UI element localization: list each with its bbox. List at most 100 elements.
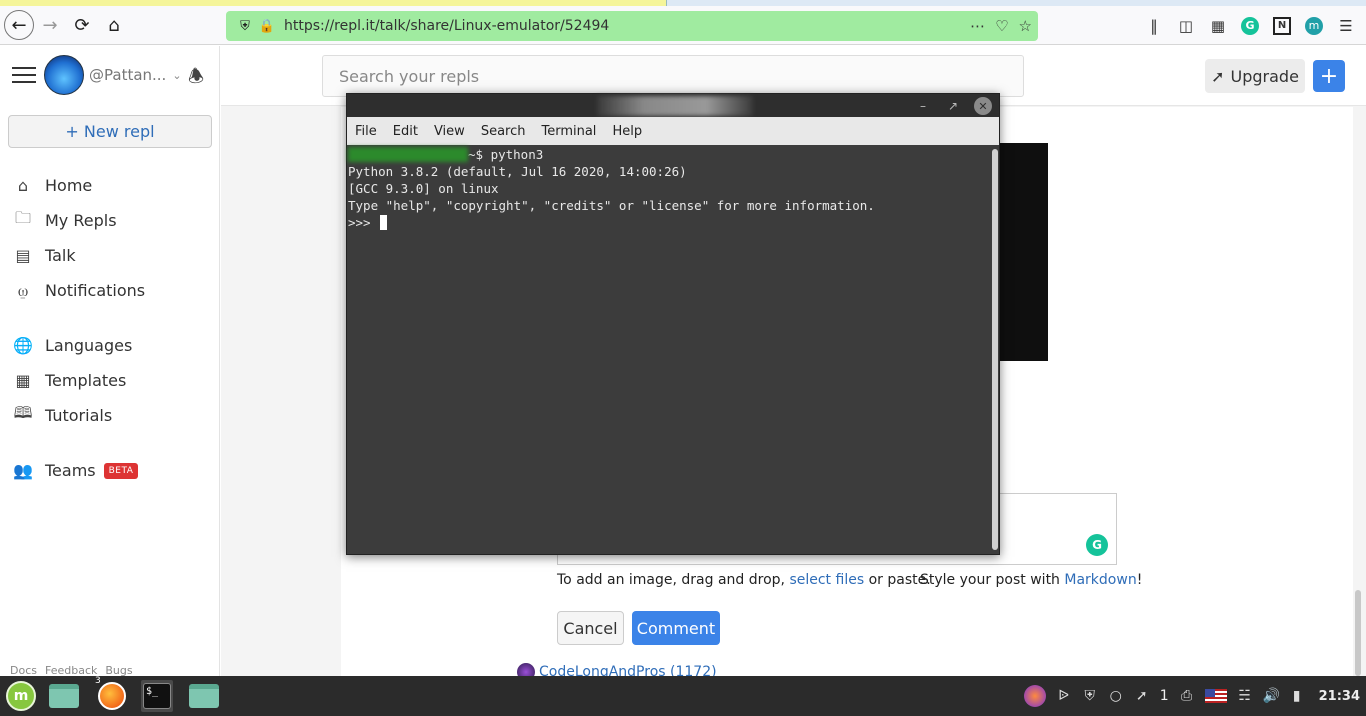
sidebar-item-teams[interactable]: 👥 Teams BETA bbox=[0, 453, 219, 488]
url-bar[interactable]: ⛨ 🔒 https://repl.it/talk/share/Linux-emu… bbox=[226, 11, 1038, 41]
menu-help[interactable]: Help bbox=[604, 124, 650, 139]
sidebar-item-home[interactable]: ⌂ Home bbox=[0, 168, 219, 203]
new-repl-button[interactable]: + New repl bbox=[8, 115, 212, 148]
command-text: ~$ python3 bbox=[468, 147, 544, 162]
sidebar-nav: ⌂ Home 🗀 My Repls ▤ Talk ⍹ Notifications 🌐 La… bbox=[0, 168, 219, 488]
grammarly-icon: G bbox=[1241, 16, 1259, 35]
flame-app-icon[interactable] bbox=[1023, 685, 1046, 707]
sidebar-item-templates[interactable]: ▦ Templates bbox=[0, 363, 219, 398]
home-button[interactable]: ⌂ bbox=[98, 9, 130, 41]
firefox-launcher[interactable] bbox=[96, 680, 128, 712]
browser-navbar: ← → ⟳ ⌂ ⛨ 🔒 https://repl.it/talk/share/L… bbox=[0, 6, 1366, 45]
extensions-grid-icon[interactable]: ▦ bbox=[1206, 14, 1230, 38]
sidebar-item-label: Languages bbox=[45, 336, 133, 355]
beta-badge: BETA bbox=[103, 462, 139, 479]
terminal-window[interactable]: – ↗ ✕ File Edit View Search Terminal Hel… bbox=[346, 93, 1000, 555]
upgrade-button[interactable]: ➚ Upgrade bbox=[1205, 59, 1305, 93]
clock[interactable]: 21:34 bbox=[1319, 689, 1360, 704]
menu-search[interactable]: Search bbox=[473, 124, 534, 139]
url-text[interactable]: https://repl.it/talk/share/Linux-emulato… bbox=[284, 18, 609, 34]
close-icon[interactable]: ✕ bbox=[974, 97, 992, 115]
terminal-titlebar[interactable]: – ↗ ✕ bbox=[347, 94, 999, 117]
create-button[interactable]: + bbox=[1313, 60, 1345, 92]
maximize-icon[interactable]: ↗ bbox=[944, 97, 962, 115]
terminal-launcher[interactable]: $_ bbox=[141, 680, 173, 712]
sidebar-item-my-repls[interactable]: 🗀 My Repls bbox=[0, 203, 219, 238]
grammarly-icon[interactable]: G bbox=[1086, 534, 1108, 556]
m-extension-button[interactable]: m bbox=[1302, 14, 1326, 38]
avatar[interactable] bbox=[44, 55, 84, 95]
bookmark-star-icon[interactable]: ☆ bbox=[1019, 17, 1032, 35]
sidebar-item-label: Home bbox=[45, 176, 93, 195]
embedded-repl-frame[interactable] bbox=[995, 143, 1048, 361]
sidebar-item-label: Tutorials bbox=[45, 406, 113, 425]
hint-text: Style your post with bbox=[920, 572, 1060, 588]
library-icon[interactable]: ‖ bbox=[1142, 14, 1166, 38]
grammarly-extension-button[interactable]: G bbox=[1238, 14, 1262, 38]
sidebar-item-label: Templates bbox=[45, 371, 127, 390]
files-window[interactable] bbox=[188, 680, 220, 712]
cancel-button[interactable]: Cancel bbox=[557, 611, 624, 645]
taskbar: m 3 $_ ᐉ ⛨ ○ ➚ 1 ⎙ ☵ 🔊 ▮ 21:34 bbox=[0, 676, 1366, 716]
shield-icon[interactable]: ⛨ bbox=[234, 19, 256, 34]
book-icon: 🕮 bbox=[13, 403, 33, 422]
menu-file[interactable]: File bbox=[347, 124, 385, 139]
markdown-link[interactable]: Markdown bbox=[1064, 572, 1136, 588]
wifi-icon[interactable]: ☵ bbox=[1237, 688, 1253, 704]
rocket-icon: ➚ bbox=[1211, 66, 1225, 86]
notion-extension-button[interactable]: N bbox=[1270, 14, 1294, 38]
bell-icon[interactable]: 🕭 bbox=[188, 64, 204, 94]
volume-icon[interactable]: 🔊 bbox=[1263, 688, 1280, 704]
pocket-icon[interactable]: ♡ bbox=[995, 17, 1008, 35]
minimize-icon[interactable]: – bbox=[914, 97, 932, 115]
sidebar-item-label: Notifications bbox=[45, 281, 146, 300]
sidebar-item-label: My Repls bbox=[45, 211, 117, 230]
m-extension-icon: m bbox=[1305, 16, 1323, 35]
comment-button[interactable]: Comment bbox=[632, 611, 720, 645]
printer-icon[interactable]: ⎙ bbox=[1179, 688, 1195, 704]
more-actions-icon[interactable]: ⋯ bbox=[970, 17, 985, 35]
sidebar-item-languages[interactable]: 🌐 Languages bbox=[0, 328, 219, 363]
terminal-output[interactable]: ~$ python3 Python 3.8.2 (default, Jul 16 … bbox=[347, 145, 991, 554]
terminal-scrollbar[interactable] bbox=[992, 149, 998, 550]
hamburger-icon[interactable] bbox=[12, 67, 36, 83]
menu-view[interactable]: View bbox=[426, 124, 473, 139]
battery-icon[interactable]: ▮ bbox=[1289, 688, 1305, 704]
notification-icon[interactable]: ➚ bbox=[1134, 688, 1150, 704]
files-launcher[interactable] bbox=[48, 680, 80, 712]
select-files-link[interactable]: select files bbox=[789, 572, 864, 588]
hint-text: To add an image, drag and drop, bbox=[557, 572, 785, 588]
mint-menu-button[interactable]: m bbox=[5, 680, 37, 712]
output-line: Type "help", "copyright", "credits" or "… bbox=[348, 198, 875, 213]
markdown-hint: Style your post with Markdown! bbox=[920, 572, 1142, 588]
username[interactable]: @Pattan... bbox=[89, 66, 166, 84]
grid-icon: ▦ bbox=[15, 371, 31, 390]
sidebar-item-talk[interactable]: ▤ Talk bbox=[0, 238, 219, 273]
sidebar-item-tutorials[interactable]: 🕮 Tutorials bbox=[0, 398, 219, 433]
chevron-down-icon[interactable]: ⌄ bbox=[172, 69, 181, 82]
terminal-icon: $_ bbox=[143, 683, 171, 709]
forward-button[interactable]: → bbox=[34, 9, 66, 41]
lightbulb-icon[interactable]: ○ bbox=[1108, 688, 1124, 704]
firefox-icon bbox=[98, 682, 126, 710]
menu-icon[interactable]: ☰ bbox=[1334, 14, 1358, 38]
search-input[interactable]: Search your repls bbox=[322, 55, 1024, 97]
reload-button[interactable]: ⟳ bbox=[66, 9, 98, 41]
page-scrollbar[interactable] bbox=[1355, 590, 1361, 676]
system-tray: ᐉ ⛨ ○ ➚ 1 ⎙ ☵ 🔊 ▮ 21:34 bbox=[1023, 676, 1366, 716]
people-icon: 👥 bbox=[13, 461, 33, 480]
lock-icon[interactable]: 🔒 bbox=[256, 19, 278, 34]
bluetooth-icon[interactable]: ᐉ bbox=[1056, 688, 1072, 704]
back-button[interactable]: ← bbox=[4, 10, 34, 40]
menu-terminal[interactable]: Terminal bbox=[533, 124, 604, 139]
keyboard-layout-icon[interactable] bbox=[1204, 689, 1227, 703]
folder-icon bbox=[49, 684, 79, 708]
sidebar-item-label: Teams bbox=[45, 461, 96, 480]
sidebar-item-notifications[interactable]: ⍹ Notifications bbox=[0, 273, 219, 308]
upload-hint: To add an image, drag and drop, select f… bbox=[557, 572, 931, 588]
shield-icon[interactable]: ⛨ bbox=[1082, 688, 1098, 704]
menu-edit[interactable]: Edit bbox=[385, 124, 426, 139]
list-icon: ▤ bbox=[15, 246, 31, 265]
sidebar-toggle-icon[interactable]: ◫ bbox=[1174, 14, 1198, 38]
terminal-title-blurred bbox=[597, 96, 753, 116]
